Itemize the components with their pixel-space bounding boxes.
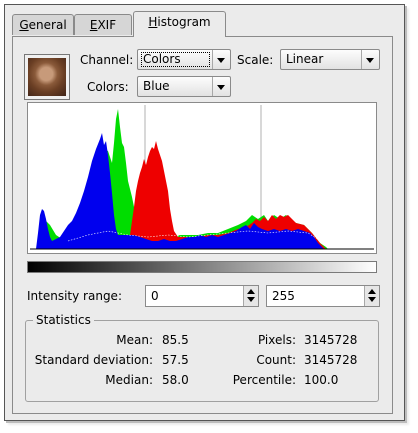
- histogram-plot: [30, 105, 374, 250]
- pixels-value: 3145728: [304, 333, 358, 347]
- spinner-buttons[interactable]: [364, 286, 379, 306]
- arrow-down-icon[interactable]: [247, 297, 255, 302]
- spinner-buttons[interactable]: [243, 286, 258, 306]
- intensity-max-spinner[interactable]: 255: [266, 285, 380, 307]
- image-thumbnail: [24, 54, 70, 100]
- std-label: Standard deviation:: [34, 353, 153, 367]
- intensity-min-spinner[interactable]: 0: [145, 285, 259, 307]
- tab-exif-label: EXIF: [89, 18, 117, 32]
- channel-value: Colors: [143, 52, 181, 66]
- median-value: 58.0: [162, 373, 189, 387]
- scale-value: Linear: [286, 52, 324, 66]
- pixels-label: Pixels:: [257, 333, 296, 347]
- tab-general-label: General: [19, 18, 67, 32]
- channel-label: Channel:: [80, 53, 134, 67]
- count-label: Count:: [256, 353, 296, 367]
- median-label: Median:: [105, 373, 153, 387]
- intensity-range-label: Intensity range:: [27, 289, 122, 303]
- arrow-down-icon[interactable]: [368, 297, 376, 302]
- mean-label: Mean:: [116, 333, 153, 347]
- percentile-label: Percentile:: [232, 373, 296, 387]
- tab-histogram[interactable]: Histogram: [133, 11, 226, 37]
- colors-label: Colors:: [87, 80, 129, 94]
- count-value: 3145728: [304, 353, 358, 367]
- histogram-view[interactable]: [27, 102, 377, 254]
- statistics-title: Statistics: [33, 313, 94, 327]
- scale-label: Scale:: [237, 53, 274, 67]
- mean-value: 85.5: [162, 333, 189, 347]
- intensity-gradient-bar: [27, 261, 377, 273]
- colors-value: Blue: [143, 79, 170, 93]
- arrow-up-icon[interactable]: [247, 289, 255, 294]
- chevron-down-icon: [361, 50, 379, 69]
- intensity-max-value: 255: [272, 289, 295, 303]
- percentile-value: 100.0: [304, 373, 339, 387]
- histogram-blue-channel: [36, 133, 324, 249]
- chevron-down-icon: [212, 77, 230, 96]
- std-value: 57.5: [162, 353, 189, 367]
- chevron-down-icon: [212, 50, 230, 69]
- intensity-min-value: 0: [151, 289, 159, 303]
- tab-histogram-label: Histogram: [148, 15, 211, 29]
- channel-select[interactable]: Colors: [137, 49, 231, 70]
- scale-select[interactable]: Linear: [280, 49, 380, 70]
- arrow-up-icon[interactable]: [368, 289, 376, 294]
- tab-exif[interactable]: EXIF: [74, 14, 132, 35]
- colors-select[interactable]: Blue: [137, 76, 231, 97]
- tab-general[interactable]: General: [12, 14, 74, 35]
